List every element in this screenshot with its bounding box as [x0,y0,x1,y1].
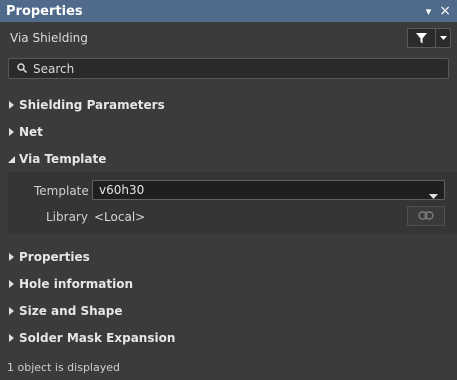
section-label: Solder Mask Expansion [19,331,176,345]
panel-title: Properties [6,3,83,19]
status-text: 1 object is displayed [7,361,120,374]
chevron-down-icon[interactable] [429,188,438,202]
section-size-and-shape[interactable]: Size and Shape [0,301,457,321]
pin-dropdown-icon[interactable]: ▾ [426,5,432,18]
template-label: Template [34,184,89,198]
expand-arrow-icon[interactable] [7,101,15,109]
section-label: Hole information [19,277,133,291]
link-button[interactable] [407,206,445,226]
section-via-template[interactable]: Via Template [0,149,457,169]
section-label: Properties [19,250,90,264]
search-input[interactable] [33,61,413,76]
expand-arrow-icon[interactable] [7,280,15,288]
section-label: Shielding Parameters [19,98,165,112]
collapse-arrow-icon[interactable] [7,155,15,163]
expand-arrow-icon[interactable] [7,128,15,136]
section-label: Net [19,125,43,139]
section-label: Size and Shape [19,304,123,318]
template-select[interactable]: v60h30 [92,180,445,200]
panel-titlebar: Properties ▾ × [0,0,457,22]
search-field[interactable] [8,58,449,79]
library-value: <Local> [94,210,146,224]
object-type-label: Via Shielding [10,31,88,45]
chevron-down-icon[interactable] [436,29,450,47]
expand-arrow-icon[interactable] [7,334,15,342]
titlebar-controls: ▾ × [426,0,451,22]
section-label: Via Template [19,152,107,166]
template-value: v60h30 [99,183,145,197]
section-solder-mask-expansion[interactable]: Solder Mask Expansion [0,328,457,348]
section-net[interactable]: Net [0,122,457,142]
link-icon [418,209,434,223]
section-shielding-parameters[interactable]: Shielding Parameters [0,95,457,115]
search-icon [17,62,28,76]
section-hole-information[interactable]: Hole information [0,274,457,294]
expand-arrow-icon[interactable] [7,253,15,261]
library-label: Library [46,210,88,224]
funnel-icon[interactable] [408,29,436,47]
expand-arrow-icon[interactable] [7,307,15,315]
close-icon[interactable]: × [439,3,451,19]
filter-button[interactable] [407,28,451,48]
section-properties[interactable]: Properties [0,247,457,267]
